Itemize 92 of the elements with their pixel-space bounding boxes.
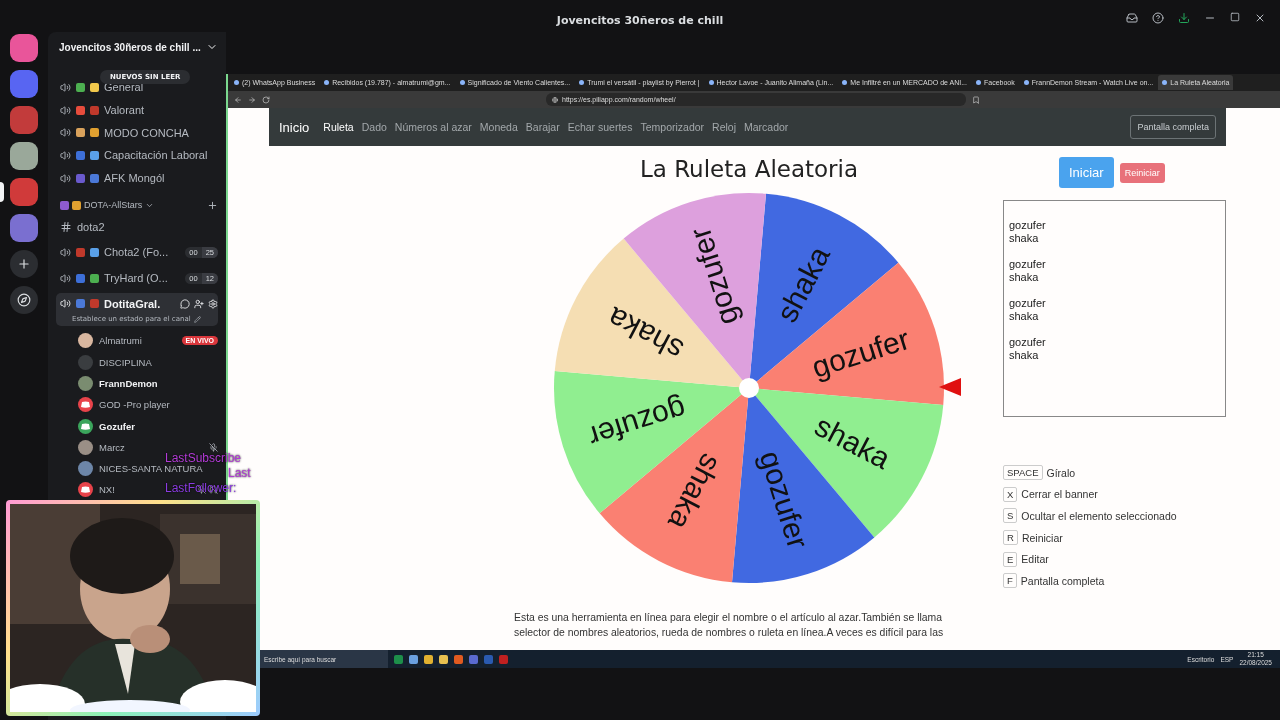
key-cap: S	[1003, 508, 1018, 524]
server-icon[interactable]	[10, 142, 38, 170]
favicon	[234, 80, 239, 85]
channel-name: dota2	[77, 220, 105, 233]
favicon	[976, 80, 981, 85]
window-title: Jovencitos 30ñeros de chill	[556, 13, 724, 27]
shortcut-label: Gíralo	[1046, 466, 1076, 479]
add-channel-icon[interactable]	[207, 199, 218, 211]
bookmark-icon[interactable]	[972, 95, 980, 104]
member-name[interactable]: FrannDemon	[99, 377, 158, 389]
favicon	[579, 80, 585, 85]
chat-icon[interactable]	[180, 298, 190, 309]
favicon	[459, 80, 465, 85]
speaker-icon	[60, 246, 71, 258]
back-icon[interactable]	[234, 95, 242, 104]
maximize-icon[interactable]	[1230, 12, 1240, 22]
key-cap: X	[1003, 486, 1018, 502]
speaker-icon	[60, 172, 71, 184]
server-icon[interactable]	[10, 214, 38, 242]
pencil-icon	[193, 315, 201, 323]
speaker-icon	[60, 127, 71, 139]
favicon	[1162, 80, 1168, 85]
download-icon[interactable]	[1178, 12, 1190, 24]
channel-name[interactable]: Capacitación Laboral	[104, 149, 208, 162]
member-name[interactable]: DISCIPLINA	[99, 356, 152, 368]
help-icon[interactable]	[1152, 12, 1164, 24]
shortcut-label: Cerrar el banner	[1021, 488, 1098, 501]
wheel-hub	[739, 378, 759, 398]
member-name[interactable]: NICES-SANTA NATURA	[99, 463, 203, 475]
speaker-icon	[60, 149, 71, 161]
invite-icon[interactable]	[194, 298, 204, 309]
add-server-button[interactable]	[10, 250, 38, 278]
inbox-icon[interactable]	[1126, 12, 1138, 24]
server-icon[interactable]	[10, 106, 38, 134]
nav-link[interactable]: Dado	[361, 121, 387, 133]
member-name[interactable]: GOD -Pro player	[99, 399, 170, 411]
globe-icon	[552, 96, 558, 103]
nav-link[interactable]: Moneda	[479, 121, 518, 133]
settings-icon[interactable]	[208, 298, 218, 309]
member-name[interactable]: Almatrumi	[99, 335, 142, 347]
server-name[interactable]: Jovencitos 30ñeros de chill ...	[59, 41, 201, 53]
shortcut-label: Reiniciar	[1021, 531, 1063, 544]
shortcut-label: Ocultar el elemento seleccionado	[1021, 510, 1177, 522]
speaker-icon	[60, 81, 71, 93]
nav-link[interactable]: Barajar	[525, 121, 560, 133]
channel-name: TryHard (O...	[104, 272, 168, 285]
favicon	[1023, 80, 1029, 85]
member-name[interactable]: Gozufer	[99, 420, 135, 432]
compass-icon	[17, 293, 31, 307]
channel-name[interactable]: MODO CONCHA	[104, 126, 189, 139]
close-icon[interactable]	[1254, 12, 1266, 24]
channel-name: DotitaGral.	[104, 297, 161, 310]
channel-row[interactable]: dota2	[56, 215, 218, 239]
speaker-icon	[60, 298, 71, 310]
channel-name[interactable]: General	[104, 81, 144, 94]
nav-link[interactable]: Temporizador	[640, 121, 705, 133]
overlay-text: Last	[228, 466, 251, 480]
shortcut-label: Editar	[1021, 553, 1049, 566]
explore-button[interactable]	[10, 286, 38, 314]
page-title: La Ruleta Aleatoria	[638, 156, 860, 182]
nav-link[interactable]: Marcador	[744, 121, 789, 133]
channel-name[interactable]: AFK Mongól	[104, 172, 165, 185]
favicon	[842, 80, 848, 85]
site-brand[interactable]: Inicio	[279, 119, 310, 135]
member-name[interactable]: NX!	[99, 484, 115, 496]
channel-name[interactable]: Valorant	[104, 104, 145, 117]
fullscreen-button[interactable]: Pantalla completa	[1130, 115, 1216, 139]
member-name[interactable]: Marcz	[99, 441, 125, 453]
key-cap: R	[1003, 530, 1018, 546]
forward-icon[interactable]	[248, 95, 256, 104]
server-icon[interactable]	[10, 70, 38, 98]
reload-icon[interactable]	[262, 95, 270, 104]
category-name[interactable]: DOTA-AllStars	[84, 200, 143, 211]
key-cap: E	[1003, 551, 1018, 567]
key-cap: SPACE	[1003, 465, 1043, 481]
channel-name: Chota2 (Fo...	[104, 246, 169, 259]
nav-link[interactable]: Números al azar	[394, 121, 472, 133]
description: Esta es una herramienta en línea para elegir el nombre o el artículo al azar.También se llama selector de nombres aleatorios, rueda de nombres o ruleta en línea.A veces es difícil para las	[514, 611, 945, 640]
plus-icon	[17, 257, 31, 271]
server-icon[interactable]	[10, 34, 38, 62]
pointer-icon	[939, 378, 961, 396]
entries-field[interactable]: gozufer shaka gozufer shaka gozufer shaka gozufer shaka	[1003, 200, 1226, 417]
key-cap: F	[1003, 573, 1017, 589]
speaker-icon	[60, 104, 71, 116]
favicon	[324, 80, 330, 85]
speaker-icon	[60, 272, 71, 284]
nav-link[interactable]: Ruleta	[323, 121, 354, 133]
hash-icon	[60, 220, 72, 233]
nav-link[interactable]: Reloj	[712, 121, 736, 133]
shortcut-label: Pantalla completa	[1020, 574, 1105, 587]
nav-link[interactable]: Echar suertes	[567, 121, 633, 133]
favicon	[708, 80, 714, 85]
